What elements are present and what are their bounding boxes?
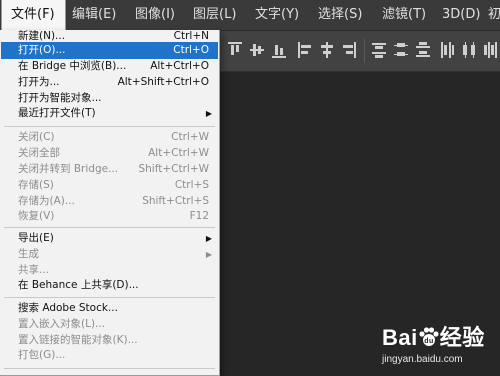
distribute-right-icon[interactable] bbox=[484, 42, 498, 58]
menu-view[interactable]: 初 bbox=[488, 0, 500, 30]
menu-item-browse-in-bridge[interactable]: 在 Bridge 中浏览(B)... Alt+Ctrl+O bbox=[1, 58, 218, 75]
toolbar-divider bbox=[364, 39, 365, 63]
submenu-arrow-icon: ▶ bbox=[205, 109, 212, 118]
distribute-vertical-centers-icon[interactable] bbox=[394, 42, 408, 58]
submenu-arrow-icon: ▶ bbox=[205, 250, 212, 259]
baidu-paw-icon: du bbox=[419, 327, 439, 346]
menu-item-open-as[interactable]: 打开为... Alt+Shift+Ctrl+O bbox=[1, 74, 218, 91]
menu-item-search-adobe-stock[interactable]: 搜索 Adobe Stock... bbox=[1, 300, 218, 317]
menu-filter[interactable]: 滤镜(T) bbox=[382, 0, 426, 30]
file-menu-dropdown: 新建(N)... Ctrl+N 打开(O)... Ctrl+O 在 Bridge 中… bbox=[0, 30, 220, 376]
align-top-edges-icon[interactable] bbox=[228, 42, 242, 58]
menu-edit[interactable]: 编辑(E) bbox=[72, 0, 116, 30]
menu-image[interactable]: 图像(I) bbox=[135, 0, 175, 30]
menu-item-package[interactable]: 打包(G)... bbox=[1, 347, 218, 364]
svg-text:du: du bbox=[424, 338, 434, 345]
menu-select[interactable]: 选择(S) bbox=[318, 0, 362, 30]
menu-item-close-all[interactable]: 关闭全部 Alt+Ctrl+W bbox=[1, 145, 218, 162]
distribute-left-icon[interactable] bbox=[440, 42, 454, 58]
menu-separator bbox=[4, 368, 215, 369]
align-left-edges-icon[interactable] bbox=[298, 42, 312, 58]
menu-item-save[interactable]: 存储(S) Ctrl+S bbox=[1, 177, 218, 194]
distribute-horizontal-centers-icon[interactable] bbox=[462, 42, 476, 58]
menu-item-close[interactable]: 关闭(C) Ctrl+W bbox=[1, 129, 218, 146]
watermark-url: jingyan.baidu.com bbox=[382, 354, 463, 365]
menu-item-export[interactable]: 导出(E) ▶ bbox=[1, 230, 218, 247]
distribute-top-icon[interactable] bbox=[372, 42, 386, 58]
menu-item-open[interactable]: 打开(O)... Ctrl+O bbox=[1, 42, 218, 59]
menu-bar: 文件(F) 编辑(E) 图像(I) 图层(L) 文字(Y) 选择(S) 滤镜(T… bbox=[0, 0, 500, 31]
distribute-bottom-icon[interactable] bbox=[416, 42, 430, 58]
menu-type[interactable]: 文字(Y) bbox=[255, 0, 299, 30]
menu-separator bbox=[4, 227, 215, 228]
menu-item-share-on-behance[interactable]: 在 Behance 上共享(D)... bbox=[1, 277, 218, 294]
align-vertical-centers-icon[interactable] bbox=[250, 42, 264, 58]
menu-file[interactable]: 文件(F) bbox=[1, 0, 66, 31]
menu-item-open-recent[interactable]: 最近打开文件(T) ▶ bbox=[1, 105, 218, 122]
align-horizontal-centers-icon[interactable] bbox=[320, 42, 334, 58]
menu-item-close-and-go-to-bridge[interactable]: 关闭并转到 Bridge... Shift+Ctrl+W bbox=[1, 161, 218, 178]
submenu-arrow-icon: ▶ bbox=[205, 234, 212, 243]
align-bottom-edges-icon[interactable] bbox=[272, 42, 286, 58]
menu-separator bbox=[4, 126, 215, 127]
align-right-edges-icon[interactable] bbox=[342, 42, 356, 58]
menu-item-revert[interactable]: 恢复(V) F12 bbox=[1, 208, 218, 225]
menu-3d[interactable]: 3D(D) bbox=[442, 0, 480, 30]
menu-item-place-embedded[interactable]: 置入嵌入对象(L)... bbox=[1, 316, 218, 333]
menu-item-generate[interactable]: 生成 ▶ bbox=[1, 246, 218, 263]
watermark-logo: Bai du 经验 bbox=[382, 325, 485, 350]
baidu-jingyan-watermark: Bai du 经验 jingyan.baidu.com bbox=[360, 318, 500, 375]
menu-separator bbox=[4, 297, 215, 298]
menu-layer[interactable]: 图层(L) bbox=[193, 0, 236, 30]
